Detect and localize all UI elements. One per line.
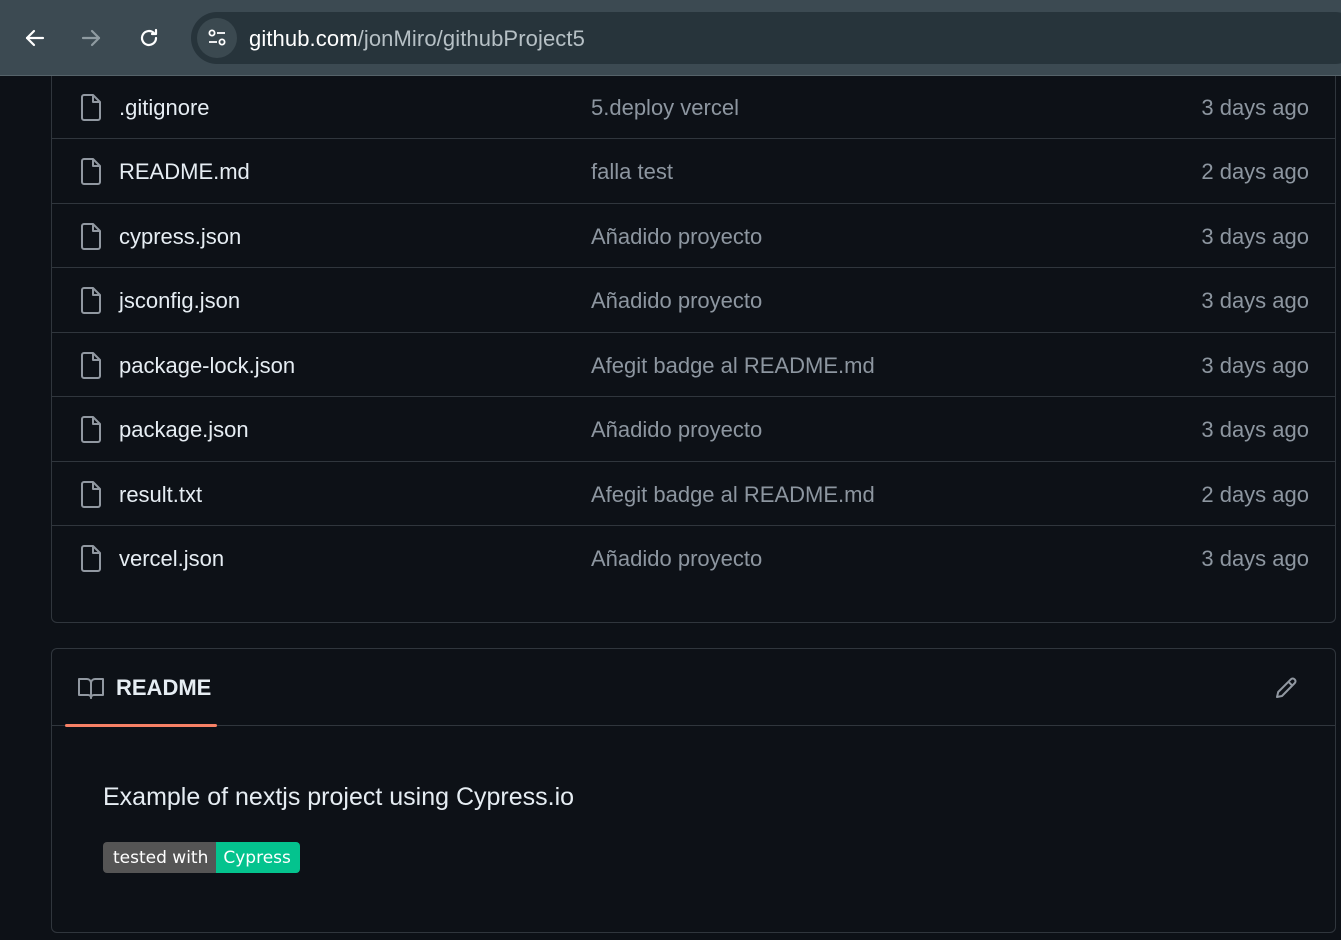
file-row[interactable]: .gitignore 5.deploy vercel 3 days ago bbox=[52, 75, 1335, 139]
commit-message-link[interactable]: Añadido proyecto bbox=[591, 288, 762, 314]
commit-age: 3 days ago bbox=[1201, 288, 1309, 313]
commit-message-link[interactable]: 5.deploy vercel bbox=[591, 95, 739, 121]
commit-message-link[interactable]: Añadido proyecto bbox=[591, 546, 762, 572]
readme-description: Example of nextjs project using Cypress.… bbox=[103, 783, 575, 811]
arrow-right-icon bbox=[81, 29, 101, 47]
file-name-link[interactable]: package.json bbox=[119, 417, 249, 443]
file-name-link[interactable]: README.md bbox=[119, 159, 250, 185]
file-row[interactable]: jsconfig.json Añadido proyecto 3 days ago bbox=[52, 268, 1335, 333]
url-text[interactable]: github.com/jonMiro/githubProject5 bbox=[249, 26, 585, 52]
file-name-link[interactable]: jsconfig.json bbox=[119, 288, 240, 314]
tab-underline bbox=[65, 724, 217, 727]
browser-toolbar: github.com/jonMiro/githubProject5 bbox=[0, 0, 1341, 76]
forward-button[interactable] bbox=[71, 18, 111, 58]
commit-message-link[interactable]: falla test bbox=[591, 159, 673, 185]
reload-button[interactable] bbox=[129, 18, 169, 58]
commit-message-link[interactable]: Añadido proyecto bbox=[591, 417, 762, 443]
badge-value: Cypress bbox=[216, 842, 300, 873]
commit-message-link[interactable]: Afegit badge al README.md bbox=[591, 353, 875, 379]
commit-age: 3 days ago bbox=[1201, 417, 1309, 442]
tab-readme[interactable]: README bbox=[65, 649, 217, 727]
file-icon bbox=[81, 416, 101, 443]
commit-age: 3 days ago bbox=[1201, 353, 1309, 378]
commit-age: 2 days ago bbox=[1201, 482, 1309, 507]
file-icon bbox=[81, 545, 101, 572]
site-info-button[interactable] bbox=[197, 18, 237, 58]
file-icon bbox=[81, 158, 101, 185]
file-name-link[interactable]: result.txt bbox=[119, 482, 202, 508]
edit-readme-button[interactable] bbox=[1271, 673, 1301, 703]
file-row[interactable]: cypress.json Añadido proyecto 3 days ago bbox=[52, 204, 1335, 268]
commit-message-link[interactable]: Añadido proyecto bbox=[591, 224, 762, 250]
file-name-link[interactable]: vercel.json bbox=[119, 546, 224, 572]
url-path: /jonMiro/githubProject5 bbox=[357, 26, 585, 51]
file-list: .eslintrc.jsonAñadido proyecto3 days ago… bbox=[51, 40, 1336, 623]
file-icon bbox=[81, 223, 101, 250]
url-host: github.com bbox=[249, 26, 358, 51]
file-icon bbox=[81, 481, 101, 508]
tune-icon bbox=[208, 29, 226, 46]
file-row[interactable]: result.txt Afegit badge al README.md 2 day… bbox=[52, 462, 1335, 526]
file-icon bbox=[81, 352, 101, 379]
book-icon bbox=[78, 678, 104, 699]
pencil-icon bbox=[1276, 677, 1297, 698]
file-row[interactable]: vercel.json Añadido proyecto 3 days ago bbox=[52, 526, 1335, 591]
commit-age: 3 days ago bbox=[1201, 224, 1309, 249]
file-name-link[interactable]: .gitignore bbox=[119, 95, 210, 121]
file-name-link[interactable]: cypress.json bbox=[119, 224, 241, 250]
readme-panel: README Example of nextjs project using C… bbox=[51, 648, 1336, 933]
readme-tab-label: README bbox=[116, 675, 212, 700]
commit-age: 3 days ago bbox=[1201, 95, 1309, 120]
readme-header: README bbox=[52, 649, 1335, 727]
address-bar[interactable]: github.com/jonMiro/githubProject5 bbox=[191, 12, 1341, 64]
file-row[interactable]: package.json Añadido proyecto 3 days ago bbox=[52, 397, 1335, 462]
file-name-link[interactable]: package-lock.json bbox=[119, 353, 295, 379]
arrow-left-icon bbox=[25, 29, 45, 47]
file-icon bbox=[81, 94, 101, 121]
file-row[interactable]: README.md falla test 2 days ago bbox=[52, 139, 1335, 204]
reload-icon bbox=[140, 28, 158, 47]
commit-age: 2 days ago bbox=[1201, 159, 1309, 184]
cypress-badge[interactable]: tested with Cypress bbox=[103, 842, 300, 873]
file-row[interactable]: package-lock.json Afegit badge al README.… bbox=[52, 333, 1335, 397]
file-icon bbox=[81, 287, 101, 314]
badge-label: tested with bbox=[103, 842, 217, 873]
back-button[interactable] bbox=[15, 18, 55, 58]
commit-message-link[interactable]: Afegit badge al README.md bbox=[591, 482, 875, 508]
commit-age: 3 days ago bbox=[1201, 546, 1309, 571]
